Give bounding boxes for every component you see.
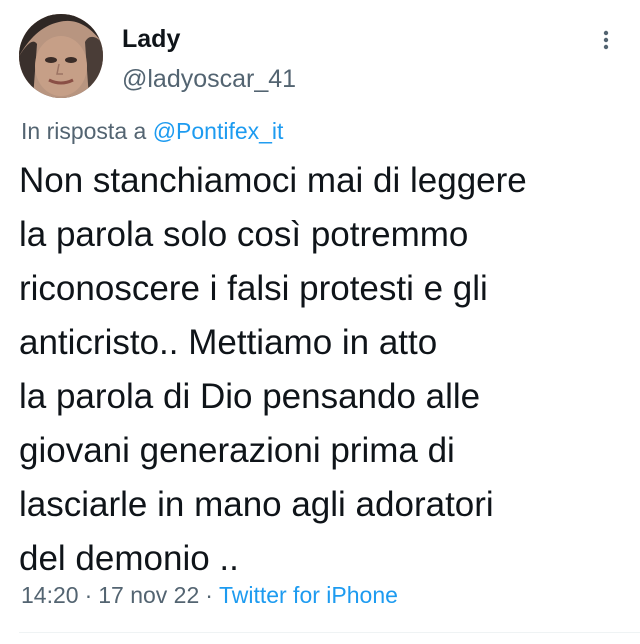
tweet-meta: 14:20 · 17 nov 22 · Twitter for iPhone	[21, 580, 398, 610]
meta-separator: ·	[205, 582, 213, 608]
more-vertical-icon[interactable]	[594, 24, 618, 54]
avatar-image	[19, 14, 103, 98]
tweet-text-line: riconoscere i falsi protesti e gli	[19, 269, 488, 308]
reply-context: In risposta a @Pontifex_it	[21, 116, 283, 146]
tweet-text: Non stanchiamoci mai di leggere la parol…	[19, 154, 629, 586]
author-handle[interactable]: @ladyoscar_41	[122, 64, 296, 94]
reply-mention-link[interactable]: @Pontifex_it	[153, 118, 284, 144]
tweet: Lady @ladyoscar_41 In risposta a @Pontif…	[0, 0, 640, 644]
tweet-source-link[interactable]: Twitter for iPhone	[219, 582, 398, 608]
tweet-text-line: la parola solo così potremmo	[19, 215, 469, 254]
avatar[interactable]	[19, 14, 103, 98]
tweet-text-line: anticristo.. Mettiamo in atto	[19, 323, 438, 362]
meta-separator: ·	[84, 582, 93, 608]
tweet-text-line: lasciarle in mano agli adoratori	[19, 485, 494, 524]
tweet-text-line: Non stanchiamoci mai di leggere	[19, 161, 527, 200]
tweet-text-line: giovani generazioni prima di	[19, 431, 455, 470]
reply-prefix: In risposta a	[21, 118, 147, 144]
tweet-time[interactable]: 14:20	[21, 582, 79, 608]
divider	[19, 632, 640, 633]
tweet-text-line: la parola di Dio pensando alle	[19, 377, 481, 416]
tweet-date[interactable]: 17 nov 22	[98, 582, 199, 608]
tweet-text-line: del demonio ..	[19, 539, 239, 578]
author-name[interactable]: Lady	[122, 24, 180, 54]
